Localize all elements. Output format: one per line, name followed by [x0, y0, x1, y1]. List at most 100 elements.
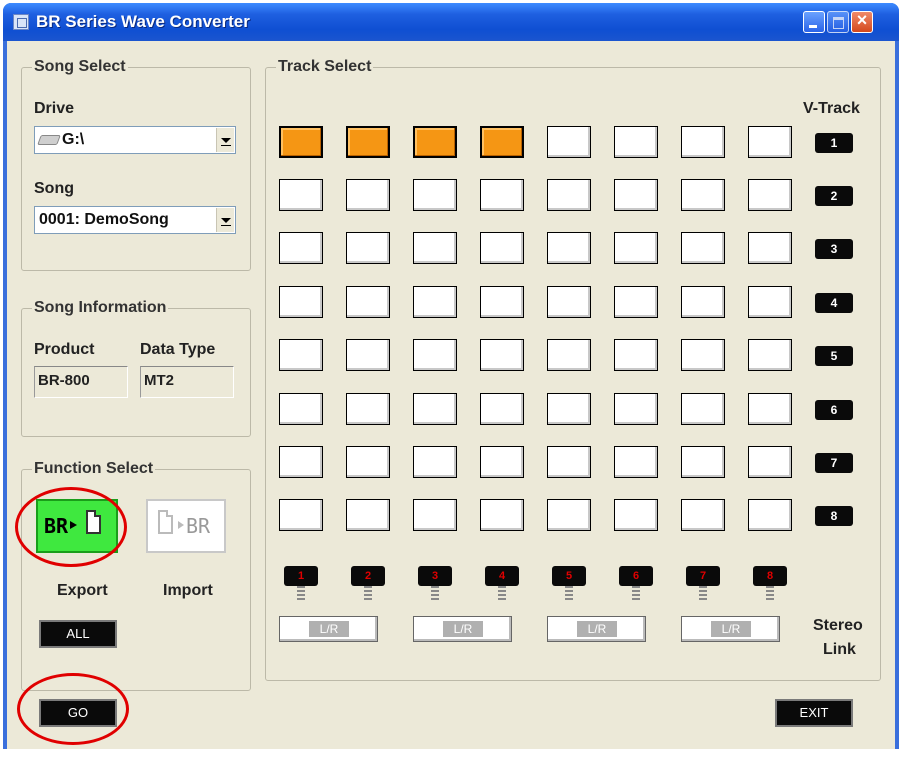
track-cell-1-vtrack-3[interactable] — [279, 232, 323, 264]
track-cell-6-vtrack-1[interactable] — [614, 126, 658, 158]
track-cell-2-vtrack-6[interactable] — [346, 393, 390, 425]
track-cell-2-vtrack-3[interactable] — [346, 232, 390, 264]
track-cell-8-vtrack-4[interactable] — [748, 286, 792, 318]
track-cell-3-vtrack-1[interactable] — [413, 126, 457, 158]
track-cell-1-vtrack-7[interactable] — [279, 446, 323, 478]
stereo-link-button-3[interactable]: L/R — [547, 616, 646, 642]
data-type-label: Data Type — [140, 341, 216, 358]
track-cell-2-vtrack-8[interactable] — [346, 499, 390, 531]
track-cell-3-vtrack-3[interactable] — [413, 232, 457, 264]
track-cell-8-vtrack-5[interactable] — [748, 339, 792, 371]
drive-value: G:\ — [62, 131, 85, 148]
song-information-group: Song Information Product Data Type BR-80… — [21, 299, 251, 437]
track-cell-4-vtrack-1[interactable] — [480, 126, 524, 158]
track-cell-4-vtrack-6[interactable] — [480, 393, 524, 425]
track-cell-6-vtrack-6[interactable] — [614, 393, 658, 425]
minimize-button[interactable] — [803, 11, 825, 33]
track-cell-5-vtrack-2[interactable] — [547, 179, 591, 211]
song-dropdown[interactable]: 0001: DemoSong — [34, 206, 236, 234]
track-cell-7-vtrack-2[interactable] — [681, 179, 725, 211]
track-cell-7-vtrack-3[interactable] — [681, 232, 725, 264]
track-cell-6-vtrack-7[interactable] — [614, 446, 658, 478]
track-cell-2-vtrack-1[interactable] — [346, 126, 390, 158]
track-cell-7-vtrack-6[interactable] — [681, 393, 725, 425]
track-cell-6-vtrack-8[interactable] — [614, 499, 658, 531]
exit-button[interactable]: EXIT — [775, 699, 853, 727]
chevron-down-icon[interactable] — [216, 128, 234, 152]
drive-icon — [37, 134, 61, 145]
maximize-button[interactable] — [827, 11, 849, 33]
import-button[interactable]: BR — [146, 499, 226, 553]
track-cell-8-vtrack-2[interactable] — [748, 179, 792, 211]
track-cell-5-vtrack-4[interactable] — [547, 286, 591, 318]
stereo-link-label: L/R — [577, 621, 617, 637]
function-select-legend: Function Select — [32, 460, 156, 478]
track-cell-3-vtrack-8[interactable] — [413, 499, 457, 531]
track-cell-2-vtrack-7[interactable] — [346, 446, 390, 478]
track-cell-7-vtrack-5[interactable] — [681, 339, 725, 371]
track-cell-4-vtrack-8[interactable] — [480, 499, 524, 531]
track-cell-8-vtrack-3[interactable] — [748, 232, 792, 264]
track-cell-7-vtrack-1[interactable] — [681, 126, 725, 158]
track-cell-4-vtrack-7[interactable] — [480, 446, 524, 478]
track-cell-7-vtrack-8[interactable] — [681, 499, 725, 531]
track-cell-4-vtrack-2[interactable] — [480, 179, 524, 211]
track-cell-3-vtrack-2[interactable] — [413, 179, 457, 211]
track-cell-8-vtrack-1[interactable] — [748, 126, 792, 158]
track-cell-8-vtrack-7[interactable] — [748, 446, 792, 478]
track-cell-3-vtrack-4[interactable] — [413, 286, 457, 318]
stereo-link-button-1[interactable]: L/R — [279, 616, 378, 642]
stereo-link-button-2[interactable]: L/R — [413, 616, 512, 642]
track-cell-6-vtrack-5[interactable] — [614, 339, 658, 371]
track-cell-6-vtrack-2[interactable] — [614, 179, 658, 211]
app-window: BR Series Wave Converter × Song Select D… — [3, 3, 899, 749]
track-cell-3-vtrack-6[interactable] — [413, 393, 457, 425]
link-spring-icon — [498, 586, 506, 600]
track-cell-1-vtrack-1[interactable] — [279, 126, 323, 158]
close-button[interactable]: × — [851, 10, 873, 33]
track-cell-5-vtrack-3[interactable] — [547, 232, 591, 264]
chevron-down-icon[interactable] — [216, 208, 234, 232]
track-cell-6-vtrack-4[interactable] — [614, 286, 658, 318]
all-button[interactable]: ALL — [39, 620, 117, 648]
track-cell-2-vtrack-4[interactable] — [346, 286, 390, 318]
track-cell-7-vtrack-4[interactable] — [681, 286, 725, 318]
track-cell-7-vtrack-7[interactable] — [681, 446, 725, 478]
track-cell-8-vtrack-6[interactable] — [748, 393, 792, 425]
app-icon[interactable] — [13, 14, 29, 30]
title-bar[interactable]: BR Series Wave Converter × — [3, 3, 899, 41]
song-select-legend: Song Select — [32, 58, 128, 76]
stereo-link-label: L/R — [711, 621, 751, 637]
channel-number: 4 — [485, 566, 519, 586]
close-icon: × — [856, 10, 868, 30]
track-cell-8-vtrack-8[interactable] — [748, 499, 792, 531]
track-cell-1-vtrack-5[interactable] — [279, 339, 323, 371]
track-cell-1-vtrack-6[interactable] — [279, 393, 323, 425]
track-cell-5-vtrack-8[interactable] — [547, 499, 591, 531]
link-spring-icon — [632, 586, 640, 600]
track-select-legend: Track Select — [276, 58, 374, 76]
stereo-link-button-4[interactable]: L/R — [681, 616, 780, 642]
track-cell-1-vtrack-2[interactable] — [279, 179, 323, 211]
track-cell-1-vtrack-8[interactable] — [279, 499, 323, 531]
track-cell-2-vtrack-5[interactable] — [346, 339, 390, 371]
track-cell-2-vtrack-2[interactable] — [346, 179, 390, 211]
product-label: Product — [34, 341, 95, 358]
track-cell-5-vtrack-6[interactable] — [547, 393, 591, 425]
link-spring-icon — [699, 586, 707, 600]
import-label: Import — [163, 582, 213, 599]
channel-number: 5 — [552, 566, 586, 586]
song-information-legend: Song Information — [32, 299, 169, 317]
track-cell-6-vtrack-3[interactable] — [614, 232, 658, 264]
track-cell-1-vtrack-4[interactable] — [279, 286, 323, 318]
track-cell-3-vtrack-7[interactable] — [413, 446, 457, 478]
drive-dropdown[interactable]: G:\ — [34, 126, 236, 154]
track-cell-4-vtrack-3[interactable] — [480, 232, 524, 264]
track-cell-5-vtrack-7[interactable] — [547, 446, 591, 478]
track-cell-4-vtrack-5[interactable] — [480, 339, 524, 371]
track-cell-5-vtrack-5[interactable] — [547, 339, 591, 371]
product-value: BR-800 — [38, 372, 90, 389]
track-cell-4-vtrack-4[interactable] — [480, 286, 524, 318]
track-cell-3-vtrack-5[interactable] — [413, 339, 457, 371]
track-cell-5-vtrack-1[interactable] — [547, 126, 591, 158]
